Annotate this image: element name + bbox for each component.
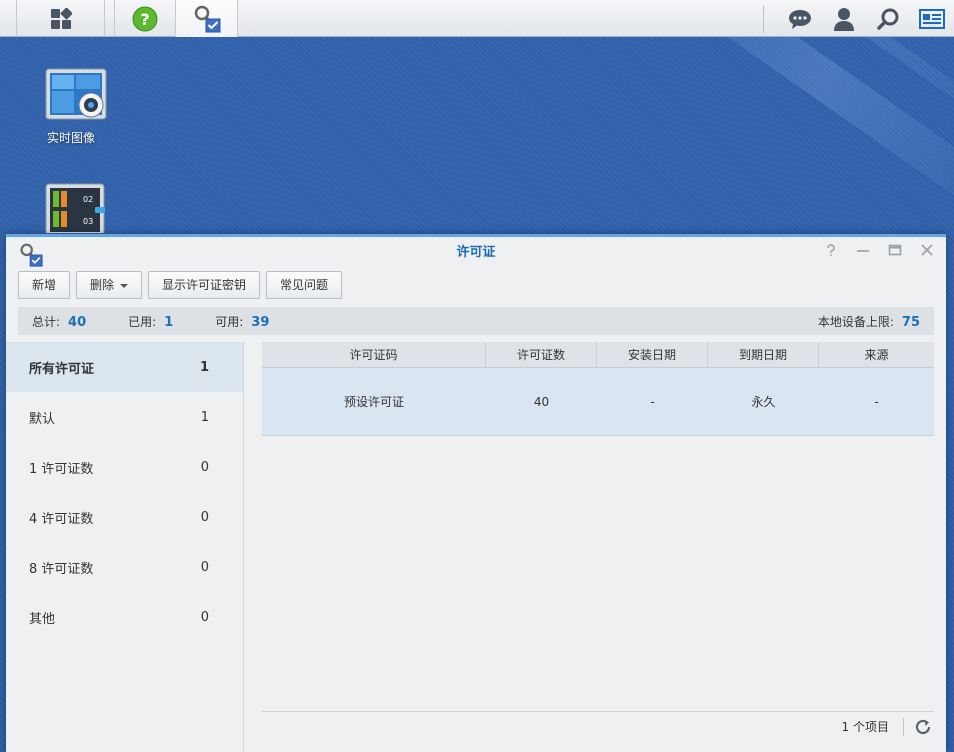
taskbar: ? — [0, 0, 954, 37]
widgets-icon — [919, 8, 945, 29]
taskbar-right — [763, 0, 954, 37]
window-close-button[interactable] — [918, 243, 936, 261]
sidebar-item-label: 所有许可证 — [29, 361, 95, 377]
widgets-button[interactable] — [910, 0, 954, 37]
user-icon — [834, 7, 854, 31]
question-icon — [827, 244, 835, 256]
column-header-expiry-date[interactable]: 到期日期 — [708, 342, 819, 367]
sidebar-item-label: 默认 — [29, 411, 56, 427]
summary-total-label: 总计: — [32, 314, 61, 329]
chat-icon — [789, 9, 811, 29]
summary-used-label: 已用: — [128, 314, 157, 329]
table-footer: 1 个项目 — [262, 711, 934, 741]
delete-button[interactable]: 删除 — [76, 271, 143, 299]
window-controls — [822, 243, 936, 261]
summary-limit-label: 本地设备上限: — [817, 314, 894, 329]
license-key-icon — [194, 5, 220, 32]
summary-available: 可用: 39 — [215, 313, 269, 330]
add-button[interactable]: 新增 — [18, 271, 71, 299]
footer-divider — [903, 717, 904, 736]
taskbar-divider — [763, 4, 764, 33]
cell-install-date: - — [650, 395, 655, 409]
user-button[interactable] — [822, 0, 866, 37]
desktop-icon-live-view[interactable]: 实时图像 — [30, 68, 112, 146]
summary-used-value: 1 — [164, 314, 174, 330]
window-help-button[interactable] — [822, 243, 840, 261]
minimize-icon — [857, 250, 869, 252]
sidebar-item-count: 0 — [200, 559, 209, 575]
close-icon — [921, 244, 933, 256]
summary-total: 总计: 40 — [32, 313, 86, 330]
table-header: 许可证码 许可证数 安装日期 到期日期 来源 — [262, 342, 934, 368]
sidebar-item-other[interactable]: 其他 0 — [6, 592, 243, 642]
toolbar: 新增 删除 显示许可证密钥 常见问题 — [18, 271, 343, 299]
license-app-button[interactable] — [176, 0, 238, 37]
column-header-source[interactable]: 来源 — [819, 342, 934, 367]
license-table: 许可证码 许可证数 安装日期 到期日期 来源 预设许可证 40 - 永久 - — [262, 342, 934, 436]
window-title: 许可证 — [456, 245, 496, 260]
desktop-icon-label: 实时图像 — [46, 131, 95, 145]
maximize-icon — [888, 244, 902, 256]
table-row[interactable]: 预设许可证 40 - 永久 - — [262, 368, 934, 436]
delete-button-label: 删除 — [90, 278, 115, 292]
summary-used: 已用: 1 — [128, 313, 173, 330]
search-button[interactable] — [866, 0, 910, 37]
desktop-icon-timeline[interactable]: 02 03 — [30, 183, 112, 233]
chat-button[interactable] — [778, 0, 822, 37]
sidebar-item-count: 1 — [199, 359, 209, 375]
sidebar-item-8-license[interactable]: 8 许可证数 0 — [6, 542, 243, 592]
sidebar-item-4-license[interactable]: 4 许可证数 0 — [6, 492, 243, 542]
search-icon — [877, 8, 899, 30]
sidebar-item-count: 0 — [200, 459, 209, 475]
summary-limit-value: 75 — [901, 314, 920, 330]
faq-button[interactable]: 常见问题 — [266, 271, 343, 299]
window-maximize-button[interactable] — [886, 243, 904, 261]
license-window: 许可证 新增 删除 显示许可证密钥 常见问题 总计: 40 已用: 1 可用: 39 … — [6, 234, 946, 752]
cell-license-key: 预设许可证 — [343, 395, 404, 409]
show-license-key-button[interactable]: 显示许可证密钥 — [148, 271, 261, 299]
sidebar-item-label: 4 许可证数 — [29, 511, 94, 527]
svg-text:?: ? — [140, 10, 149, 29]
sidebar-item-all-licenses[interactable]: 所有许可证 1 — [6, 342, 243, 392]
sidebar-item-count: 0 — [200, 509, 209, 525]
cell-license-count: 40 — [533, 395, 550, 409]
svg-text:02: 02 — [83, 195, 93, 204]
refresh-icon — [915, 719, 931, 734]
cell-source: - — [874, 395, 879, 409]
summary-available-label: 可用: — [215, 314, 244, 329]
sidebar-item-label: 8 许可证数 — [29, 561, 94, 577]
refresh-button[interactable] — [912, 716, 934, 738]
column-header-install-date[interactable]: 安装日期 — [597, 342, 708, 367]
main-menu-button[interactable] — [16, 0, 105, 37]
chevron-down-icon — [120, 283, 129, 288]
cell-expiry-date: 永久 — [751, 395, 776, 409]
summary-device-limit: 本地设备上限: 75 — [818, 313, 920, 330]
sidebar-item-label: 其他 — [29, 611, 56, 627]
license-summary-bar: 总计: 40 已用: 1 可用: 39 本地设备上限: 75 — [18, 307, 934, 335]
sidebar-item-default[interactable]: 默认 1 — [6, 392, 243, 442]
help-icon: ? — [132, 6, 158, 31]
grid-icon — [50, 7, 72, 29]
summary-available-value: 39 — [251, 314, 270, 330]
timeline-icon: 02 03 — [45, 183, 105, 233]
sidebar-item-count: 1 — [200, 409, 209, 425]
sidebar-item-label: 1 许可证数 — [29, 461, 94, 477]
live-view-icon — [45, 68, 107, 120]
sidebar-item-count: 0 — [200, 609, 209, 625]
column-header-license-key[interactable]: 许可证码 — [262, 342, 486, 367]
svg-text:03: 03 — [83, 217, 93, 226]
window-minimize-button[interactable] — [854, 243, 872, 261]
column-header-license-count[interactable]: 许可证数 — [486, 342, 597, 367]
help-app-button[interactable]: ? — [114, 0, 176, 37]
item-count: 1 个项目 — [841, 720, 889, 734]
summary-total-value: 40 — [68, 314, 87, 330]
license-category-sidebar: 所有许可证 1 默认 1 1 许可证数 0 4 许可证数 0 8 许可证数 0 其他 0 — [6, 342, 244, 752]
sidebar-item-1-license[interactable]: 1 许可证数 0 — [6, 442, 243, 492]
